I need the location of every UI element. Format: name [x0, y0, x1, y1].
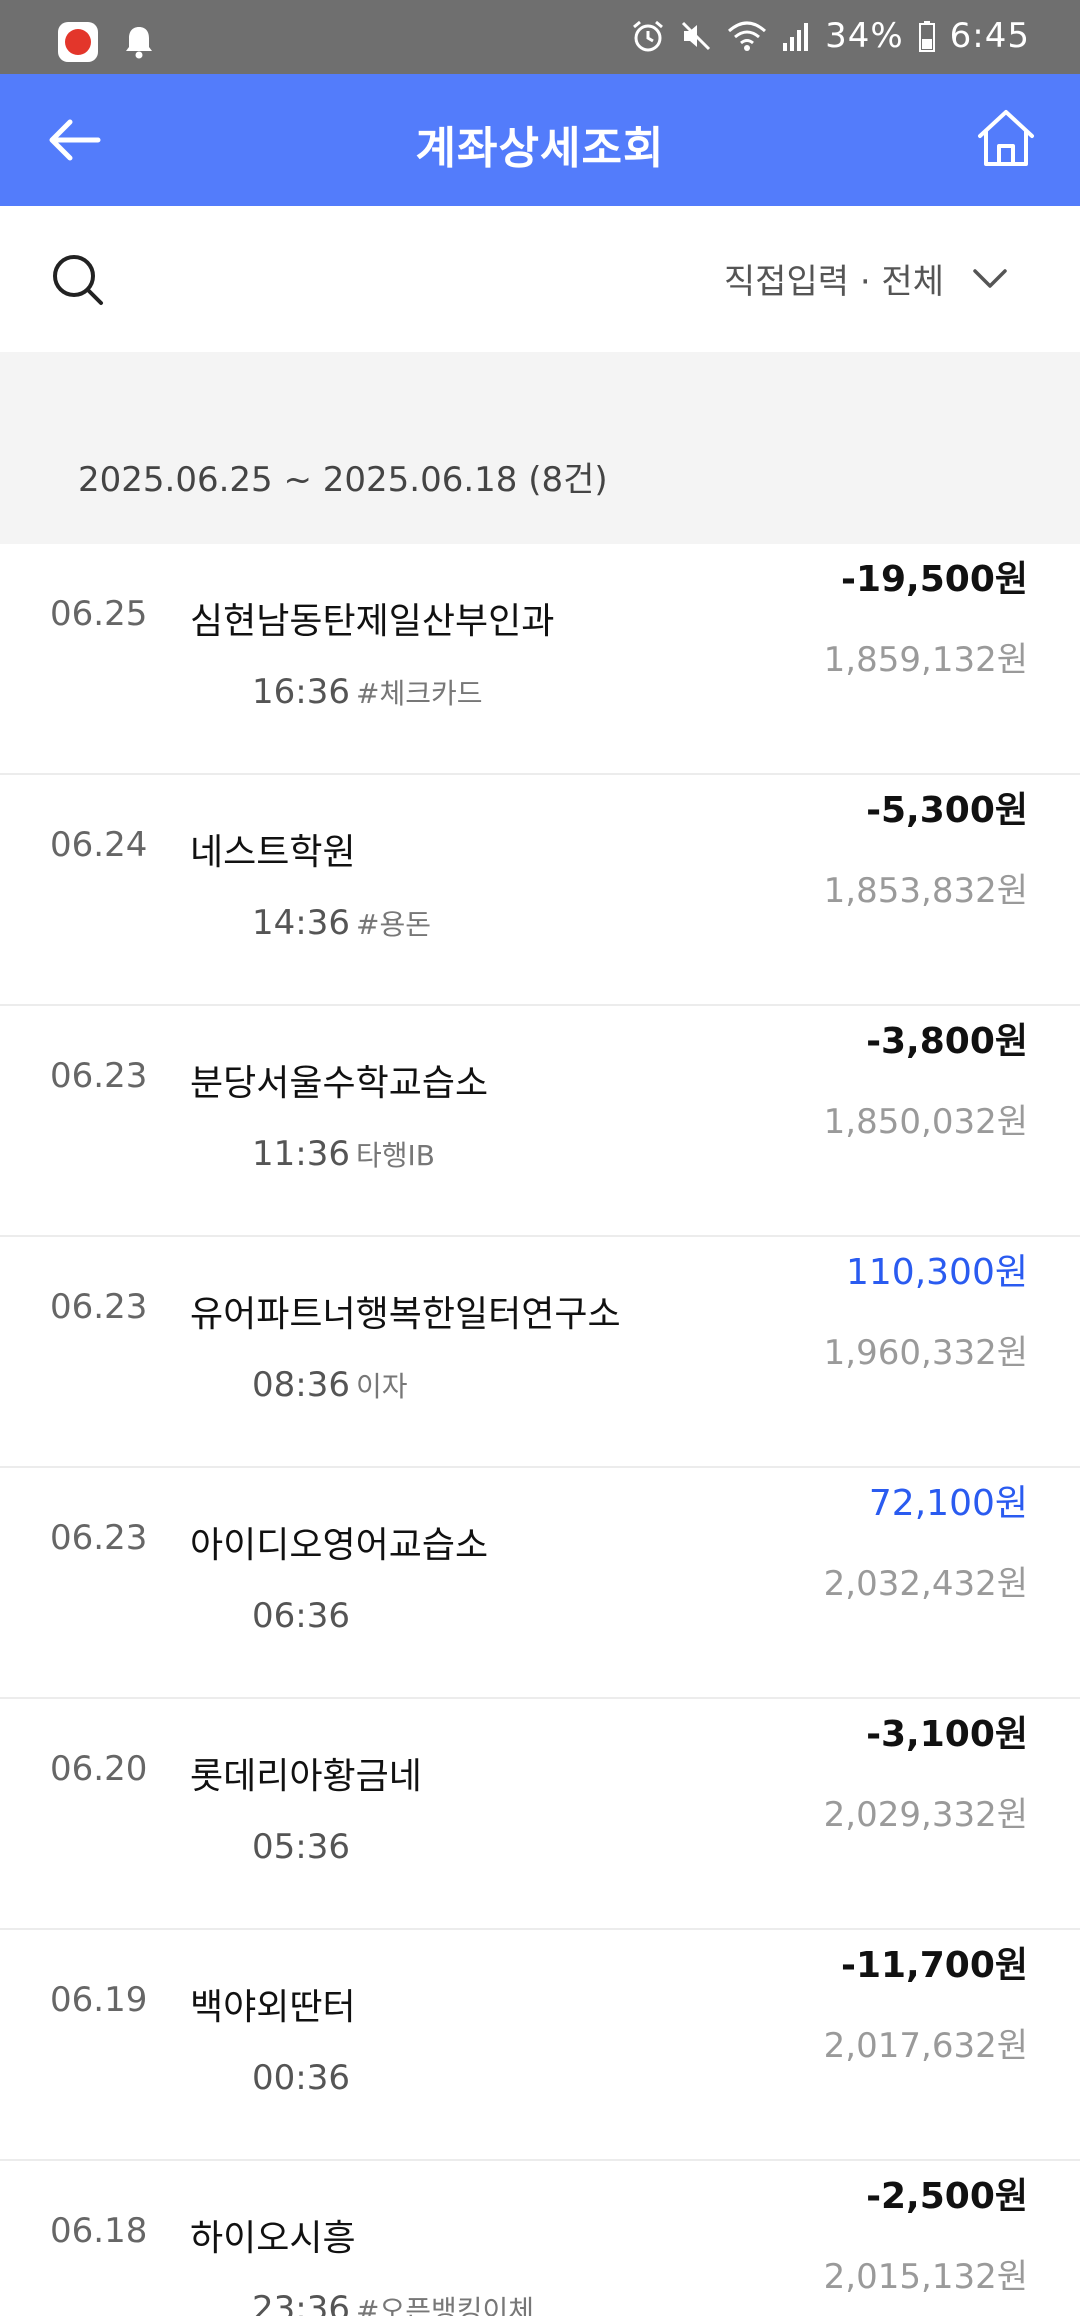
transaction-date: 06.19 — [50, 1980, 148, 2020]
filter-label: 직접입력 · 전체 — [723, 262, 944, 302]
transaction-balance: 1,853,832원 — [823, 871, 1028, 911]
bell-icon — [126, 27, 152, 59]
date-range-text: 2025.06.25 ~ 2025.06.18 (8건) — [78, 460, 608, 500]
date-range-band: 2025.06.25 ~ 2025.06.18 (8건) — [0, 352, 1080, 544]
transaction-time-wrap: 23:36 #오픈뱅킹이체 — [252, 2289, 534, 2316]
transaction-amount: -19,500원 — [841, 559, 1028, 600]
transaction-row[interactable]: 06.25 심현남동탄제일산부인과 16:36 #체크카드 -19,500원 1,… — [0, 544, 1080, 775]
transaction-row[interactable]: 06.18 하이오시흥 23:36 #오픈뱅킹이체 -2,500원 2,015,1… — [0, 2161, 1080, 2316]
transaction-balance: 1,859,132원 — [823, 640, 1028, 680]
transaction-date: 06.23 — [50, 1287, 148, 1327]
transaction-time-wrap: 16:36 #체크카드 — [252, 672, 483, 712]
status-time: 6:45 — [949, 16, 1030, 56]
transaction-time-wrap: 05:36 — [252, 1827, 356, 1867]
transaction-time: 14:36 — [252, 903, 350, 943]
transaction-amount: -11,700원 — [841, 1945, 1028, 1986]
transaction-time-wrap: 00:36 — [252, 2058, 356, 2098]
transaction-time: 23:36 — [252, 2289, 350, 2316]
transaction-name: 분당서울수학교습소 — [190, 1063, 489, 1104]
battery-percent: 34% — [825, 16, 904, 56]
transaction-list: 06.25 심현남동탄제일산부인과 16:36 #체크카드 -19,500원 1,… — [0, 544, 1080, 2316]
transaction-type: #용돈 — [355, 908, 431, 941]
signal-icon — [783, 23, 809, 51]
transaction-amount: -5,300원 — [866, 790, 1028, 831]
transaction-amount: -3,100원 — [866, 1714, 1028, 1755]
transaction-type: 타행IB — [355, 1139, 435, 1172]
transaction-balance: 2,032,432원 — [823, 1564, 1028, 1604]
transaction-amount: -2,500원 — [866, 2176, 1028, 2217]
transaction-time-wrap: 06:36 — [252, 1596, 356, 1636]
transaction-date: 06.18 — [50, 2211, 148, 2251]
transaction-balance: 2,029,332원 — [823, 1795, 1028, 1835]
transaction-name: 아이디오영어교습소 — [190, 1525, 489, 1566]
home-button[interactable] — [972, 104, 1040, 172]
transaction-time: 16:36 — [252, 672, 350, 712]
transaction-date: 06.23 — [50, 1056, 148, 1096]
wifi-icon — [728, 21, 767, 51]
alarm-icon — [633, 20, 664, 52]
transaction-amount: 72,100원 — [868, 1483, 1028, 1524]
transaction-name: 롯데리아황금네 — [190, 1756, 422, 1797]
transaction-amount: -3,800원 — [866, 1021, 1028, 1062]
transaction-time: 11:36 — [252, 1134, 350, 1174]
transaction-balance: 2,017,632원 — [823, 2026, 1028, 2066]
transaction-amount: 110,300원 — [846, 1252, 1028, 1293]
app-notification-icon — [58, 22, 98, 62]
transaction-balance: 2,015,132원 — [823, 2257, 1028, 2297]
transaction-row[interactable]: 06.20 롯데리아황금네 05:36 -3,100원 2,029,332원 — [0, 1699, 1080, 1930]
transaction-date: 06.25 — [50, 594, 148, 634]
transaction-time-wrap: 11:36 타행IB — [252, 1134, 435, 1174]
search-button[interactable] — [50, 252, 106, 308]
transaction-row[interactable]: 06.23 분당서울수학교습소 11:36 타행IB -3,800원 1,850,… — [0, 1006, 1080, 1237]
mute-icon — [682, 21, 711, 51]
transaction-name: 하이오시흥 — [190, 2218, 356, 2259]
transaction-type: #체크카드 — [355, 677, 483, 710]
transaction-name: 심현남동탄제일산부인과 — [190, 601, 555, 642]
transaction-row[interactable]: 06.23 아이디오영어교습소 06:36 72,100원 2,032,432원 — [0, 1468, 1080, 1699]
transaction-type: 이자 — [355, 1370, 408, 1403]
search-icon — [53, 255, 103, 305]
transaction-name: 네스트학원 — [190, 832, 356, 873]
transaction-time: 00:36 — [252, 2058, 350, 2098]
transaction-balance: 1,960,332원 — [823, 1333, 1028, 1373]
battery-icon — [918, 21, 935, 52]
app-bar: 계좌상세조회 — [0, 74, 1080, 206]
transaction-time: 08:36 — [252, 1365, 350, 1405]
transaction-type: #오픈뱅킹이체 — [355, 2294, 535, 2316]
transaction-time: 05:36 — [252, 1827, 350, 1867]
page-title: 계좌상세조회 — [415, 123, 665, 174]
home-icon — [978, 110, 1034, 166]
status-bar: 34% 6:45 — [0, 0, 1080, 74]
chevron-down-icon — [973, 268, 1007, 288]
filter-row: 직접입력 · 전체 — [0, 206, 1080, 352]
transaction-row[interactable]: 06.24 네스트학원 14:36 #용돈 -5,300원 1,853,832원 — [0, 775, 1080, 1006]
transaction-date: 06.24 — [50, 825, 148, 865]
period-filter-dropdown[interactable]: 직접입력 · 전체 — [724, 254, 1008, 303]
transaction-row[interactable]: 06.23 유어파트너행복한일터연구소 08:36 이자 110,300원 1,9… — [0, 1237, 1080, 1468]
transaction-date: 06.20 — [50, 1749, 148, 1789]
transaction-date: 06.23 — [50, 1518, 148, 1558]
transaction-time-wrap: 08:36 이자 — [252, 1365, 408, 1405]
transaction-name: 유어파트너행복한일터연구소 — [190, 1294, 621, 1335]
transaction-time-wrap: 14:36 #용돈 — [252, 903, 431, 943]
transaction-name: 백야외딴터 — [190, 1987, 356, 2028]
transaction-balance: 1,850,032원 — [823, 1102, 1028, 1142]
transaction-row[interactable]: 06.19 백야외딴터 00:36 -11,700원 2,017,632원 — [0, 1930, 1080, 2161]
transaction-time: 06:36 — [252, 1596, 350, 1636]
